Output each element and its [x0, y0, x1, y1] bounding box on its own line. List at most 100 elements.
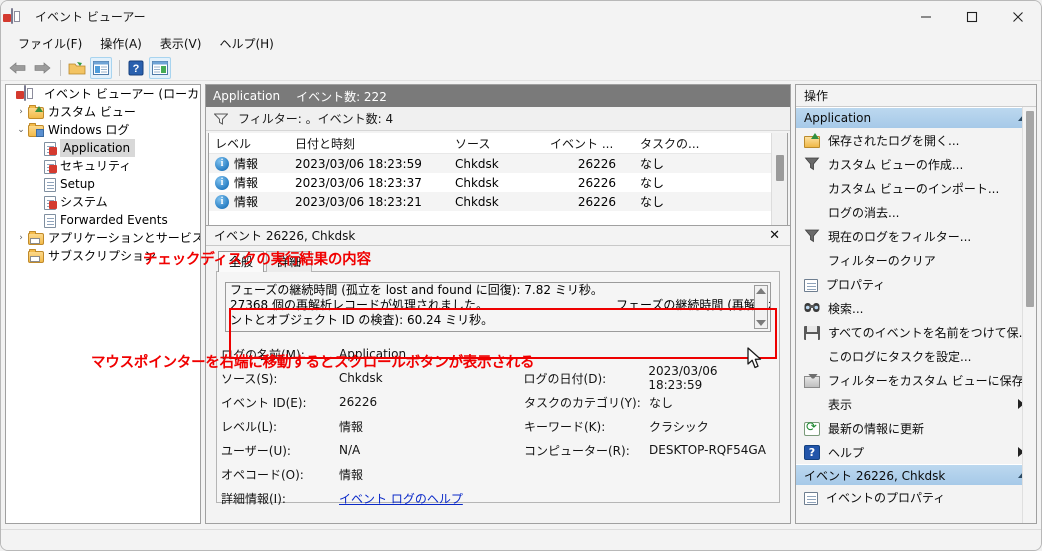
- sidebar-item-security[interactable]: セキュリティ: [6, 157, 200, 175]
- action-save-all-events-as[interactable]: すべてのイベントを名前をつけて保...: [796, 320, 1036, 344]
- sidebar-item-label: Setup: [60, 177, 95, 191]
- help-icon[interactable]: ?: [125, 57, 147, 79]
- action-attach-task-to-log[interactable]: このログにタスクを設定...: [796, 344, 1036, 368]
- refresh-icon: [804, 420, 820, 436]
- sidebar-item-app-and-service-logs[interactable]: › アプリケーションとサービス ログ: [6, 229, 200, 247]
- filter-bar[interactable]: フィルター: 。イベント数: 4: [206, 107, 790, 131]
- action-filter-current-log[interactable]: 現在のログをフィルター...: [796, 224, 1036, 248]
- maximize-button[interactable]: [949, 1, 995, 33]
- action-label: 最新の情報に更新: [828, 421, 925, 436]
- title-bar: イベント ビューアー: [1, 1, 1041, 33]
- action-create-custom-view[interactable]: カスタム ビューの作成...: [796, 152, 1036, 176]
- action-label: プロパティ: [826, 277, 886, 292]
- table-row[interactable]: i 情報 2023/03/06 18:23:59 Chkdsk 26226 なし: [209, 154, 787, 173]
- close-button[interactable]: [995, 1, 1041, 33]
- action-label: 表示: [828, 397, 853, 412]
- sidebar-item-label: セキュリティ: [60, 159, 132, 173]
- annotation-top-text: チェックディスクの実行結果の内容: [143, 252, 371, 268]
- information-icon: i: [215, 194, 229, 209]
- no-icon: [804, 252, 820, 268]
- chevron-right-icon[interactable]: ›: [14, 107, 28, 117]
- menu-bar: ファイル(F) 操作(A) 表示(V) ヘルプ(H): [1, 33, 1041, 55]
- action-view[interactable]: 表示: [796, 392, 1036, 416]
- chevron-down-icon[interactable]: ⌄: [14, 125, 28, 135]
- field-label: イベント ID(E):: [221, 395, 307, 410]
- actions-scrollbar[interactable]: [1022, 107, 1036, 523]
- tree-root[interactable]: イベント ビューアー (ローカル): [6, 85, 200, 103]
- forward-icon[interactable]: [31, 57, 53, 79]
- field-value: 情報: [339, 467, 364, 482]
- event-detail-title: イベント 26226, Chkdsk: [214, 229, 356, 243]
- menu-action[interactable]: 操作(A): [91, 35, 151, 54]
- action-open-saved-log[interactable]: 保存されたログを開く...: [796, 128, 1036, 152]
- action-find[interactable]: 検索...: [796, 296, 1036, 320]
- scrollbar-thumb[interactable]: [1026, 111, 1034, 307]
- sidebar-item-custom-views[interactable]: › カスタム ビュー: [6, 103, 200, 121]
- close-icon[interactable]: ✕: [765, 228, 784, 243]
- scroll-up-icon[interactable]: [756, 288, 766, 294]
- log-warn-icon: [44, 141, 57, 156]
- scrollbar-thumb[interactable]: [776, 155, 784, 181]
- action-label: フィルターのクリア: [828, 253, 936, 268]
- filter-text: フィルター: 。イベント数: 4: [238, 112, 394, 126]
- no-icon: [804, 348, 820, 364]
- properties-icon: [804, 278, 818, 292]
- action-save-filter-to-custom-view[interactable]: フィルターをカスタム ビューに保存...: [796, 368, 1036, 392]
- show-hide-tree-icon[interactable]: [90, 56, 112, 79]
- event-detail-header: イベント 26226, Chkdsk ✕: [206, 226, 790, 246]
- actions-pane-body: Application 保存されたログを開く... カスタム ビューの作成...…: [796, 107, 1036, 523]
- table-row[interactable]: i 情報 2023/03/06 18:23:21 Chkdsk 26226 なし: [209, 192, 787, 211]
- action-label: カスタム ビューのインポート...: [828, 181, 1000, 196]
- cell-source: Chkdsk: [455, 156, 499, 171]
- menu-help[interactable]: ヘルプ(H): [210, 35, 282, 54]
- sidebar-item-system[interactable]: システム: [6, 193, 200, 211]
- description-line-2-text: 27368 個の再解析レコードが処理されました。: [230, 298, 488, 312]
- menu-file[interactable]: ファイル(F): [9, 35, 91, 54]
- cell-datetime: 2023/03/06 18:23:37: [295, 175, 422, 190]
- column-header-level[interactable]: レベル: [209, 135, 295, 152]
- show-hide-actions-icon[interactable]: [149, 56, 171, 79]
- column-header-task-category[interactable]: タスクの...: [640, 135, 750, 152]
- sidebar-item-application[interactable]: Application: [6, 139, 200, 157]
- scroll-down-icon[interactable]: [756, 320, 766, 326]
- sidebar-item-forwarded-events[interactable]: Forwarded Events: [6, 211, 200, 229]
- event-description-box[interactable]: フェーズの継続時間 (孤立を lost and found に回復): 7.82…: [225, 282, 771, 332]
- cell-source: Chkdsk: [455, 175, 499, 190]
- action-refresh[interactable]: 最新の情報に更新: [796, 416, 1036, 440]
- console-tree-pane[interactable]: イベント ビューアー (ローカル) › カスタム ビュー ⌄ Windows ロ…: [5, 84, 201, 524]
- chevron-right-icon[interactable]: ›: [14, 233, 28, 243]
- save-all-events-icon: [804, 325, 820, 340]
- description-scrollbar[interactable]: [754, 285, 768, 329]
- minimize-button[interactable]: [903, 1, 949, 33]
- column-header-datetime[interactable]: 日付と時刻: [295, 135, 455, 152]
- field-label-2: コンピューター(R):: [524, 443, 630, 458]
- open-saved-log-icon: [804, 132, 820, 148]
- event-log-help-link[interactable]: イベント ログのヘルプ: [339, 490, 463, 507]
- table-row[interactable]: i 情報 2023/03/06 18:23:37 Chkdsk 26226 なし: [209, 173, 787, 192]
- column-header-event-id[interactable]: イベント ...: [550, 135, 640, 152]
- action-label: フィルターをカスタム ビューに保存...: [828, 373, 1036, 388]
- action-clear-filter[interactable]: フィルターのクリア: [796, 248, 1036, 272]
- actions-group-event[interactable]: イベント 26226, Chkdsk: [796, 464, 1036, 485]
- cell-task: なし: [640, 195, 665, 209]
- open-folder-icon[interactable]: [66, 57, 88, 79]
- cell-datetime: 2023/03/06 18:23:59: [295, 156, 422, 171]
- sidebar-item-label: アプリケーションとサービス ログ: [48, 231, 201, 245]
- sidebar-item-windows-logs[interactable]: ⌄ Windows ログ: [6, 121, 200, 139]
- action-label: 検索...: [828, 301, 864, 316]
- event-list-scrollbar[interactable]: [771, 133, 787, 226]
- column-header-source[interactable]: ソース: [455, 135, 550, 152]
- folder-windows-icon: [28, 123, 44, 137]
- actions-group-application[interactable]: Application: [796, 107, 1036, 128]
- field-label: ユーザー(U):: [221, 443, 291, 458]
- action-event-properties[interactable]: イベントのプロパティ: [796, 485, 1036, 509]
- action-help[interactable]: ? ヘルプ: [796, 440, 1036, 464]
- action-properties[interactable]: プロパティ: [796, 272, 1036, 296]
- action-clear-log[interactable]: ログの消去...: [796, 200, 1036, 224]
- back-icon[interactable]: [7, 57, 29, 79]
- save-filter-icon: [804, 375, 820, 388]
- sidebar-item-setup[interactable]: Setup: [6, 175, 200, 193]
- action-import-custom-view[interactable]: カスタム ビューのインポート...: [796, 176, 1036, 200]
- event-list[interactable]: レベル 日付と時刻 ソース イベント ... タスクの... i 情報 2023…: [208, 133, 788, 227]
- menu-view[interactable]: 表示(V): [151, 35, 211, 54]
